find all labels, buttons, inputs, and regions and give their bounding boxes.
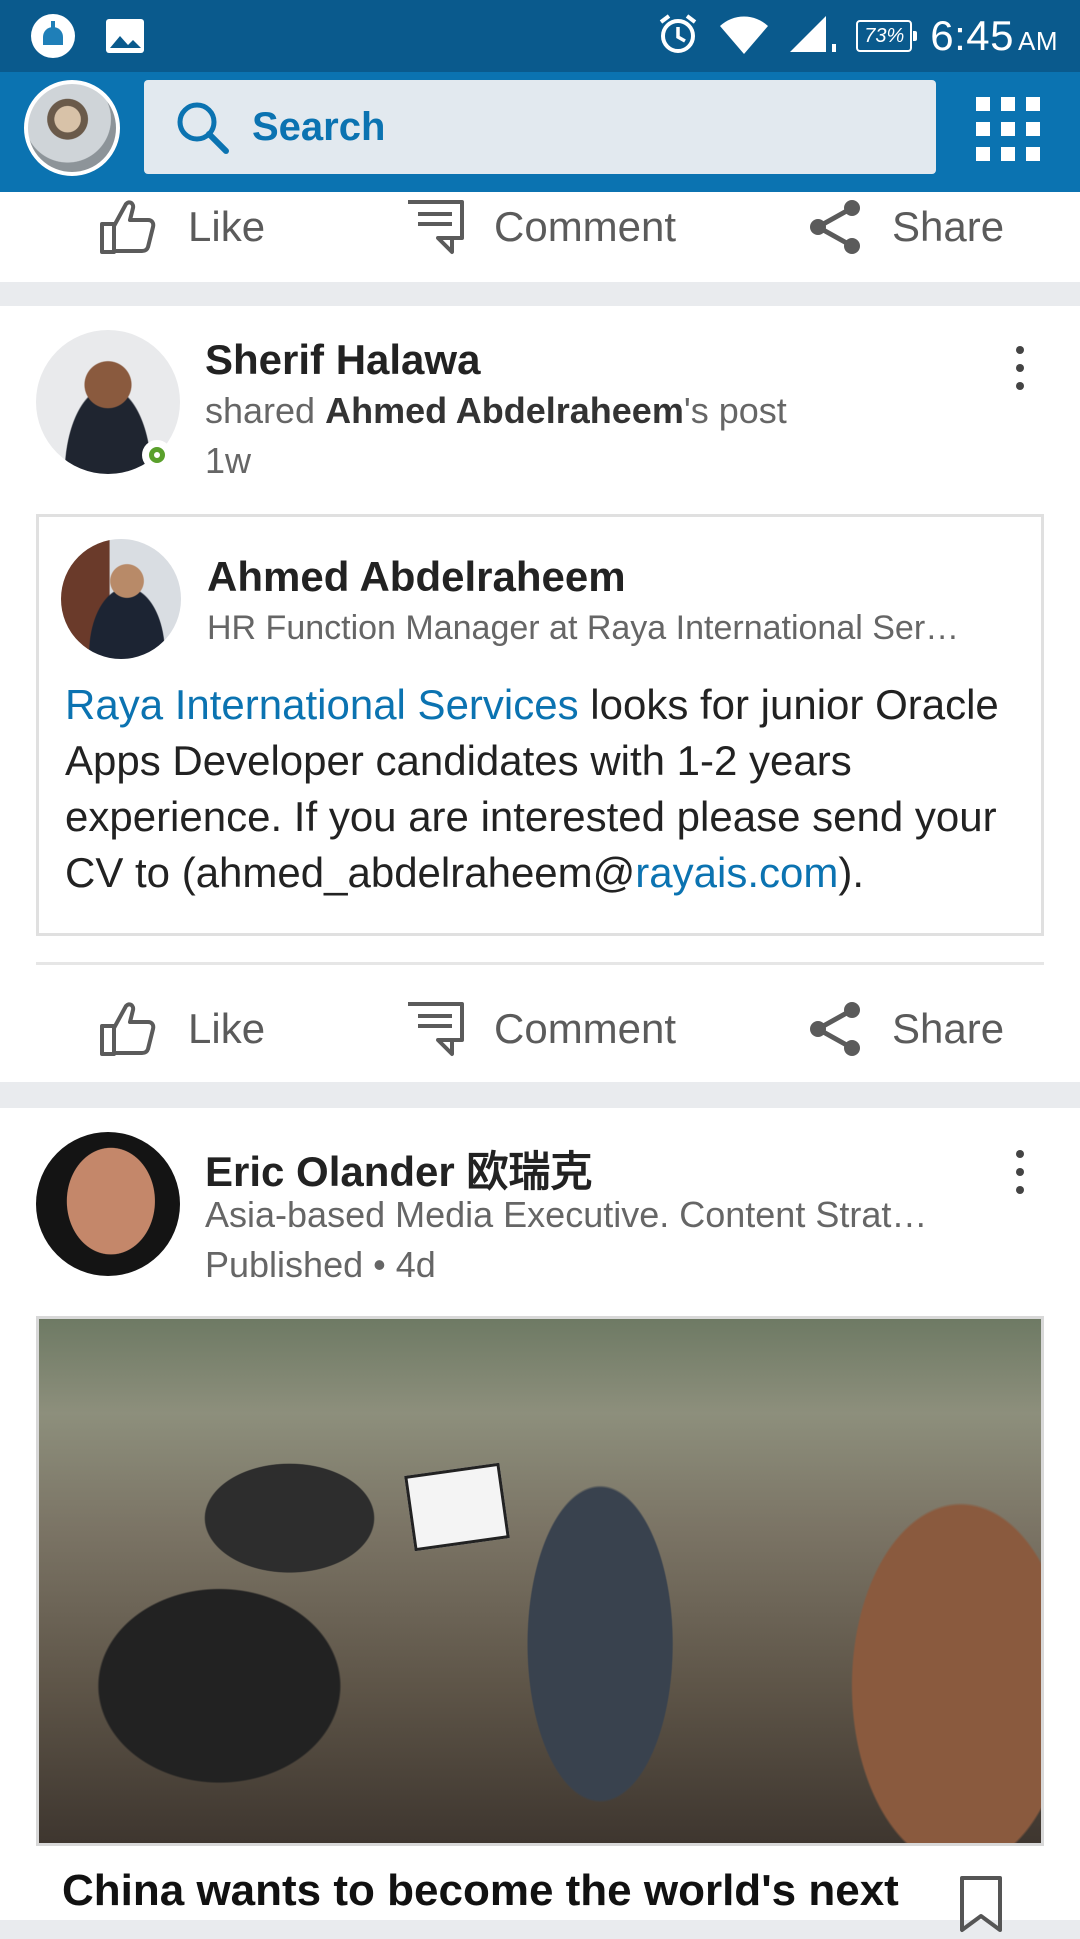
article-image[interactable] — [36, 1316, 1044, 1846]
post-meta: Published • 4d — [205, 1244, 436, 1285]
mosque-app-icon — [28, 12, 78, 60]
status-bar: 73% 6:45 AM — [0, 0, 1080, 72]
company-link[interactable]: Raya International Services — [65, 681, 579, 728]
share-label: Share — [892, 203, 1005, 250]
share-icon — [810, 1002, 860, 1056]
like-button[interactable]: Like — [98, 192, 265, 262]
clock: 6:45 AM — [930, 12, 1058, 60]
signal-icon — [788, 14, 838, 59]
shared-post-box[interactable]: Ahmed Abdelraheem HR Function Manager at… — [36, 514, 1044, 936]
search-input[interactable] — [250, 103, 854, 151]
author-name[interactable]: Eric Olander 欧瑞克 — [205, 1138, 592, 1199]
comment-icon — [408, 200, 464, 254]
post-time: 1w — [205, 440, 252, 481]
post-body: Raya International Services looks for ju… — [65, 677, 1025, 901]
online-status-dot — [142, 440, 172, 470]
search-icon — [174, 99, 230, 155]
shared-suffix: 's post — [683, 390, 787, 431]
comment-label: Comment — [494, 203, 677, 250]
original-author-headline: HR Function Manager at Raya Internationa… — [207, 609, 960, 647]
original-author-avatar[interactable] — [61, 539, 181, 659]
comment-button[interactable]: Comment — [404, 192, 676, 262]
like-label: Like — [188, 1005, 266, 1052]
share-button[interactable]: Share — [806, 994, 1004, 1064]
share-button[interactable]: Share — [806, 192, 1004, 262]
post-text-part2: ). — [838, 849, 864, 896]
clock-time: 6:45 — [930, 12, 1014, 59]
share-icon — [810, 200, 860, 254]
clock-ampm: AM — [1018, 26, 1058, 56]
divider — [36, 962, 1044, 965]
search-bar[interactable] — [144, 80, 936, 174]
comment-button[interactable]: Comment — [404, 994, 676, 1064]
author-name[interactable]: Sherif Halawa — [205, 336, 480, 384]
more-options-icon[interactable] — [1016, 346, 1026, 390]
alarm-icon — [656, 12, 700, 61]
app-bar — [0, 72, 1080, 192]
author-avatar[interactable] — [36, 1132, 180, 1276]
article-title[interactable]: China wants to become the world's next — [62, 1866, 899, 1916]
feed-post-article: Eric Olander 欧瑞克 Asia-based Media Execut… — [0, 1108, 1080, 1932]
thumbs-up-icon — [100, 1002, 156, 1056]
email-domain-link[interactable]: rayais.com — [635, 849, 838, 896]
clapperboard — [404, 1462, 510, 1552]
previous-post-actions: Like Comment Share — [0, 192, 1080, 282]
comment-icon — [408, 1002, 464, 1056]
author-headline: Asia-based Media Executive. Content Stra… — [205, 1194, 928, 1235]
apps-grid-icon[interactable] — [976, 97, 1040, 161]
shared-line: shared Ahmed Abdelraheem's post — [205, 390, 787, 432]
more-options-icon[interactable] — [1016, 1150, 1026, 1194]
like-label: Like — [188, 203, 266, 250]
comment-label: Comment — [494, 1005, 677, 1052]
battery-indicator: 73% — [856, 20, 918, 52]
shared-name[interactable]: Ahmed Abdelraheem — [325, 390, 684, 431]
like-button[interactable]: Like — [98, 994, 265, 1064]
wifi-icon — [718, 14, 770, 59]
profile-avatar[interactable] — [24, 80, 120, 176]
gallery-icon — [100, 12, 150, 60]
shared-prefix: shared — [205, 390, 326, 431]
original-author-name[interactable]: Ahmed Abdelraheem — [207, 553, 626, 601]
feed-post-shared: Sherif Halawa shared Ahmed Abdelraheem's… — [0, 306, 1080, 1082]
share-label: Share — [892, 1005, 1005, 1052]
thumbs-up-icon — [100, 200, 156, 254]
bookmark-icon[interactable] — [958, 1874, 1004, 1939]
